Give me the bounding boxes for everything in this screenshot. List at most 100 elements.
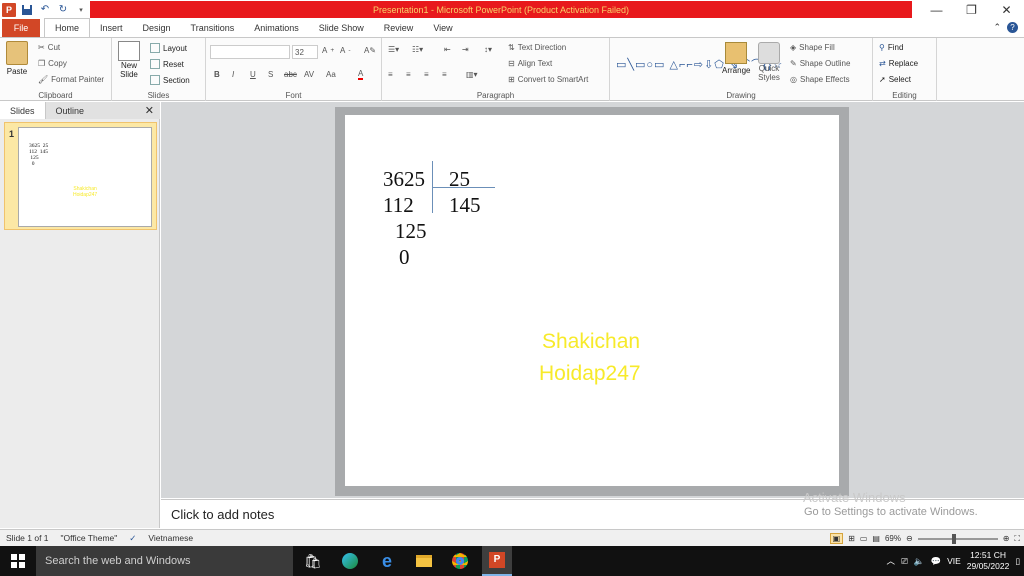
select-button[interactable]: ➚ Select [879,75,911,84]
volume-icon[interactable]: 🔈 [914,556,925,567]
shadow-button[interactable]: S [268,70,273,79]
tab-home[interactable]: Home [44,18,91,37]
convert-smartart-button[interactable]: ⊞ Convert to SmartArt [508,75,588,84]
help-icon[interactable]: ? [1007,22,1018,33]
shape-outline-button[interactable]: ✎ Shape Outline [790,59,850,68]
shape-fill-button[interactable]: ◈ Shape Fill [790,43,835,52]
step2-text[interactable]: 125 [395,219,427,244]
watermark-line2[interactable]: Hoidap247 [539,362,641,386]
zoom-slider-thumb[interactable] [951,533,956,544]
notification-icon[interactable]: 💬 [930,556,941,567]
divisor-text[interactable]: 25 [449,167,470,192]
font-name-dropdown[interactable] [210,45,290,59]
section-button[interactable]: Section [150,75,190,85]
clear-format-icon[interactable]: A✎ [364,46,376,55]
network-icon[interactable]: ⎚ [901,556,908,567]
numbering-icon[interactable]: ☷▾ [412,45,423,54]
final-remainder-text[interactable]: 0 [399,245,410,270]
customize-qat-icon[interactable]: ▾ [74,3,88,17]
slide-thumbnail[interactable]: 3625 25 112 145 125 0 Shakichan Hoidap24… [18,127,152,227]
edge-icon[interactable]: e [374,549,400,573]
italic-button[interactable]: I [232,70,234,79]
text-direction-button[interactable]: ⇅ Text Direction [508,43,566,52]
show-hidden-icons-icon[interactable]: ︿ [887,555,896,567]
language[interactable]: Vietnamese [142,533,199,543]
align-text-button[interactable]: ⊟ Align Text [508,59,552,68]
tab-review[interactable]: Review [374,19,424,37]
zoom-out-icon[interactable]: ⊖ [906,534,913,543]
restore-button[interactable]: ❐ [954,0,989,19]
division-horizontal-line[interactable] [432,187,495,188]
line-spacing-icon[interactable]: ↕▾ [484,45,492,54]
reading-view-icon[interactable]: ▭ [860,534,868,543]
format-painter-button[interactable]: 🖌 Format Painter [38,75,104,84]
replace-button[interactable]: ⇄ Replace [879,59,918,68]
dividend-text[interactable]: 3625 [383,167,425,192]
spellcheck-icon[interactable]: ✓ [123,533,142,544]
paste-button[interactable]: Paste [6,41,28,76]
shape-effects-button[interactable]: ◎ Shape Effects [790,75,850,84]
powerpoint-taskbar-icon[interactable]: P [482,546,512,576]
collapse-ribbon-icon[interactable]: ⌃ [993,22,1001,33]
quotient-text[interactable]: 145 [449,193,481,218]
tab-transitions[interactable]: Transitions [181,19,245,37]
tab-outline[interactable]: Outline [46,102,95,119]
shrink-font-icon[interactable]: A- [340,46,351,55]
input-language[interactable]: VIE [947,556,961,566]
increase-indent-icon[interactable]: ⇥ [462,45,469,54]
layout-button[interactable]: Layout [150,43,187,53]
justify-icon[interactable]: ≡ [442,70,447,79]
redo-icon[interactable]: ↻ [56,3,70,17]
grow-font-icon[interactable]: A + [322,46,334,55]
powerpoint-logo-icon[interactable]: P [2,2,16,17]
action-center-icon[interactable]: ▯ [1015,556,1020,567]
store-icon[interactable]: 🛍 [300,549,326,573]
bullets-icon[interactable]: ☰▾ [388,45,399,54]
zoom-level[interactable]: 69% [885,534,901,543]
copy-button[interactable]: ❐ Copy [38,59,67,68]
shapes-gallery[interactable]: ▭╲▭○▭ △⌐⌐⇨⇩⬠ ⇘⌒⌒{}☆ [616,42,782,86]
font-size-dropdown[interactable]: 32 [292,45,318,59]
slide-sorter-icon[interactable]: ⊞ [848,534,855,543]
zoom-slider[interactable] [917,533,998,544]
strikethrough-button[interactable]: abc [284,70,297,79]
tab-view[interactable]: View [423,19,462,37]
spacing-button[interactable]: AV [304,70,314,79]
watermark-line1[interactable]: Shakichan [542,330,640,354]
font-color-button[interactable]: A [358,69,364,80]
arrange-button[interactable]: Arrange [722,42,750,75]
chrome-icon[interactable] [447,549,473,573]
reset-button[interactable]: Reset [150,59,184,69]
quick-styles-button[interactable]: Quick Styles [758,42,780,82]
change-case-button[interactable]: Aa [326,70,336,79]
align-right-icon[interactable]: ≡ [424,70,429,79]
clock[interactable]: 12:51 CH 29/05/2022 [967,550,1010,572]
slideshow-icon[interactable]: ▤ [872,534,880,543]
edge-chromium-icon[interactable] [337,549,363,573]
columns-icon[interactable]: ▥▾ [466,70,478,79]
align-center-icon[interactable]: ≡ [406,70,411,79]
normal-view-icon[interactable]: ▣ [829,533,844,544]
close-button[interactable]: ✕ [989,0,1024,19]
tab-animations[interactable]: Animations [244,19,309,37]
cut-button[interactable]: ✂ Cut [38,43,60,52]
new-slide-button[interactable]: New Slide [118,41,140,79]
file-explorer-icon[interactable] [411,549,437,573]
start-button[interactable] [0,546,36,576]
close-pane-icon[interactable]: ✕ [145,104,154,117]
tab-slide-show[interactable]: Slide Show [309,19,374,37]
save-icon[interactable] [20,3,34,17]
bold-button[interactable]: B [214,70,220,79]
minimize-button[interactable]: — [919,0,954,19]
underline-button[interactable]: U [250,70,256,79]
tab-slides[interactable]: Slides [0,102,46,119]
decrease-indent-icon[interactable]: ⇤ [444,45,451,54]
slide-thumbnail-item[interactable]: 1 3625 25 112 145 125 0 Shakichan Hoidap… [4,122,157,230]
find-button[interactable]: ⚲ Find [879,43,903,52]
undo-icon[interactable]: ↶ [38,3,52,17]
align-left-icon[interactable]: ≡ [388,70,393,79]
tab-file[interactable]: File [2,19,40,37]
slide[interactable]: 3625 25 112 145 125 0 Shakichan Hoidap24… [345,115,839,486]
zoom-in-icon[interactable]: ⊕ [1003,534,1010,543]
taskbar-search[interactable]: Search the web and Windows [36,546,293,576]
